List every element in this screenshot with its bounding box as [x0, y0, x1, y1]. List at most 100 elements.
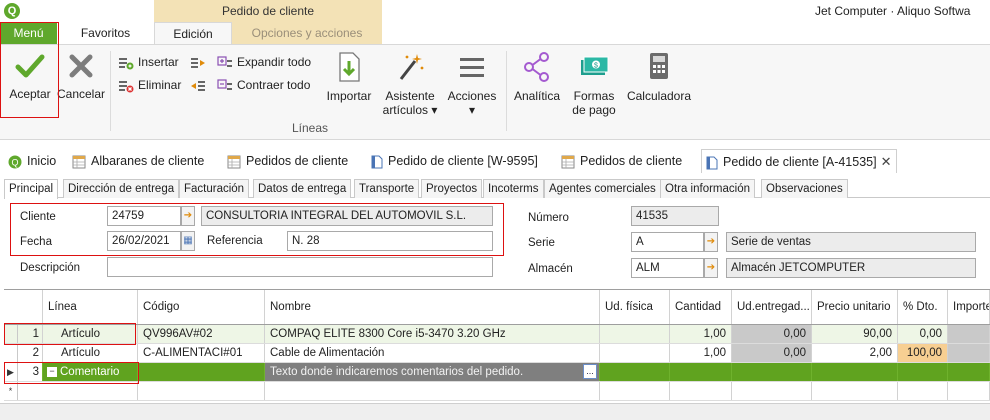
row-dto[interactable]: 0,00 [898, 325, 948, 343]
row-codigo[interactable] [138, 363, 265, 381]
move-up-button[interactable] [190, 76, 210, 94]
new-row[interactable]: * [4, 382, 990, 401]
serie-code-field[interactable]: A [631, 232, 704, 252]
row-nombre[interactable]: Cable de Alimentación [265, 344, 600, 362]
insert-label: Insertar [138, 55, 179, 69]
numero-label: Número [528, 212, 569, 224]
col-ud-fisica[interactable]: Ud. física [600, 290, 670, 324]
actions-button[interactable]: Acciones ▾ [444, 51, 500, 117]
insert-line-icon [119, 57, 134, 70]
doctab-pedido-w9595[interactable]: Pedido de cliente [W-9595] [371, 149, 538, 173]
move-down-button[interactable] [190, 53, 210, 71]
doctab-pedido-a41535[interactable]: Pedido de cliente [A-41535] ✕ [701, 149, 897, 173]
col-codigo[interactable]: Código [138, 290, 265, 324]
row-cantidad[interactable]: 1,00 [670, 325, 732, 343]
subtab-otra-informacion[interactable]: Otra información [660, 179, 756, 198]
row-precio[interactable] [812, 363, 898, 381]
row-dto[interactable] [898, 363, 948, 381]
tab-favoritos[interactable]: Favoritos [57, 22, 154, 44]
calculator-button[interactable]: Calculadora [624, 51, 694, 103]
svg-text:Q: Q [11, 157, 18, 167]
grid-list-icon [561, 155, 575, 169]
row-ud-fisica[interactable] [600, 363, 670, 381]
col-nombre[interactable]: Nombre [265, 290, 600, 324]
subtab-direccion-entrega[interactable]: Dirección de entrega [63, 179, 180, 198]
row-precio[interactable]: 2,00 [812, 344, 898, 362]
row-codigo[interactable]: QV996AV#02 [138, 325, 265, 343]
collapse-icon [217, 79, 232, 90]
col-importe[interactable]: Importe [948, 290, 990, 324]
descripcion-field[interactable] [107, 257, 493, 277]
row-tipo[interactable]: Artículo [43, 344, 138, 362]
col-precio[interactable]: Precio unitario [812, 290, 898, 324]
row-dto[interactable]: 100,00 [898, 344, 948, 362]
serie-lookup-arrow-icon[interactable]: ➔ [704, 232, 718, 252]
payment-methods-button[interactable]: $ Formas de pago [568, 51, 620, 117]
subtab-facturacion[interactable]: Facturación [179, 179, 250, 198]
row-codigo[interactable]: C-ALIMENTACI#01 [138, 344, 265, 362]
cancel-button[interactable]: Cancelar [56, 51, 106, 101]
wizard-articles-button[interactable]: Asistente artículos ▾ [380, 51, 440, 117]
table-row[interactable]: 1 Artículo QV996AV#02 COMPAQ ELITE 8300 … [4, 325, 990, 344]
new-row-cell[interactable] [265, 382, 600, 400]
collapse-all-button[interactable]: Contraer todo [217, 76, 310, 94]
home-logo-icon: Q [8, 155, 22, 169]
import-button[interactable]: Importar [322, 51, 376, 103]
new-row-cell[interactable] [138, 382, 265, 400]
subtab-transporte[interactable]: Transporte [354, 179, 420, 198]
almacen-lookup-arrow-icon[interactable]: ➔ [704, 258, 718, 278]
almacen-code-field[interactable]: ALM [631, 258, 704, 278]
new-row-cell[interactable] [670, 382, 732, 400]
subtab-principal[interactable]: Principal [4, 179, 59, 199]
row-nombre[interactable]: COMPAQ ELITE 8300 Core i5-3470 3.20 GHz [265, 325, 600, 343]
delete-label: Eliminar [138, 78, 182, 92]
new-row-cell[interactable] [948, 382, 990, 400]
subtab-proyectos[interactable]: Proyectos [421, 179, 483, 198]
col-cantidad[interactable]: Cantidad [670, 290, 732, 324]
row-ud-fisica[interactable] [600, 344, 670, 362]
row-highlight [4, 323, 136, 345]
wizard-label-2: artículos ▾ [382, 103, 438, 117]
comment-text: Texto donde indicaremos comentarios del … [270, 366, 524, 378]
app-logo-icon[interactable]: Q [4, 3, 20, 19]
subtab-incoterms[interactable]: Incoterms [483, 179, 544, 198]
delete-line-icon [119, 80, 134, 93]
grid-header: Línea Código Nombre Ud. física Cantidad … [4, 290, 990, 325]
calculator-label: Calculadora [626, 89, 692, 103]
new-row-cell[interactable] [898, 382, 948, 400]
header-highlight [10, 203, 504, 256]
row-cantidad[interactable] [670, 363, 732, 381]
doctab-inicio[interactable]: Q Inicio [8, 149, 56, 173]
analytics-button[interactable]: Analítica [510, 51, 564, 103]
tab-edicion[interactable]: Edición [154, 22, 232, 44]
new-row-cell[interactable] [600, 382, 670, 400]
comment-editor[interactable]: Texto donde indicaremos comentarios del … [265, 363, 600, 381]
lines-grid: Línea Código Nombre Ud. física Cantidad … [4, 289, 990, 420]
col-linea[interactable]: Línea [43, 290, 138, 324]
doctab-pedidos-2[interactable]: Pedidos de cliente [561, 149, 682, 173]
row-cantidad[interactable]: 1,00 [670, 344, 732, 362]
doctab-pedidos-1[interactable]: Pedidos de cliente [227, 149, 348, 173]
row-precio[interactable]: 90,00 [812, 325, 898, 343]
expand-all-button[interactable]: Expandir todo [217, 53, 311, 71]
table-row-selected[interactable]: ▶ 3 − Comentario Texto donde indicaremos … [4, 363, 990, 382]
subtab-agentes[interactable]: Agentes comerciales [544, 179, 661, 198]
table-row[interactable]: 2 Artículo C-ALIMENTACI#01 Cable de Alim… [4, 344, 990, 363]
doctab-albaranes[interactable]: Albaranes de cliente [72, 149, 204, 173]
close-tab-icon[interactable]: ✕ [881, 154, 892, 169]
tab-opciones-acciones[interactable]: Opciones y acciones [232, 22, 382, 44]
col-dto[interactable]: % Dto. [898, 290, 948, 324]
insert-line-button[interactable]: Insertar [118, 53, 179, 71]
subtab-datos-entrega[interactable]: Datos de entrega [253, 179, 352, 198]
numero-field: 41535 [631, 206, 719, 226]
row-ud-fisica[interactable] [600, 325, 670, 343]
delete-line-button[interactable]: Eliminar [118, 76, 181, 94]
new-row-cell[interactable] [732, 382, 812, 400]
import-label: Importar [326, 89, 372, 103]
ellipsis-button[interactable]: ... [583, 364, 597, 379]
new-row-cell[interactable] [812, 382, 898, 400]
new-row-cell[interactable] [43, 382, 138, 400]
col-ud-entregadas[interactable]: Ud.entregad... [732, 290, 812, 324]
row-indicator-header [4, 290, 43, 324]
subtab-observaciones[interactable]: Observaciones [761, 179, 848, 198]
